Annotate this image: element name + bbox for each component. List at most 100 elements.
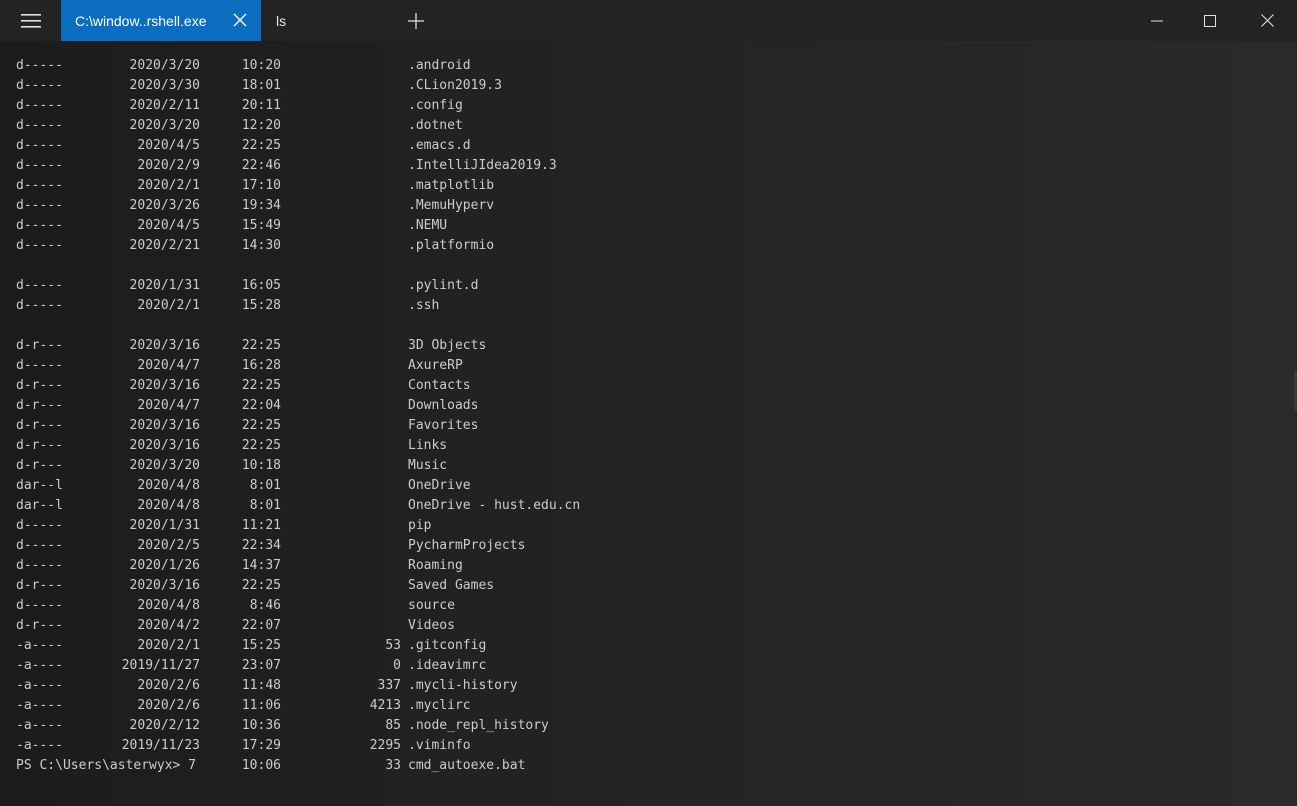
file-time: 23:07: [241, 658, 281, 673]
file-name: .ssh: [408, 298, 440, 313]
hamburger-menu-icon[interactable]: [14, 8, 48, 34]
file-mode: d-r---: [16, 378, 63, 393]
terminal-line: d----- 2020/4/5 15:49 .NEMU: [0, 216, 1297, 236]
file-name: Roaming: [408, 558, 463, 573]
file-mode: d-r---: [16, 578, 63, 593]
new-tab-plus-icon[interactable]: [404, 9, 428, 33]
file-time: 22:46: [241, 158, 281, 173]
file-mode: d-r---: [16, 418, 63, 433]
tab-title: ls: [276, 12, 287, 29]
file-date: 2020/3/16: [129, 438, 200, 453]
file-name: .config: [408, 98, 463, 113]
file-time: 11:06: [241, 698, 281, 713]
terminal-line: d-r--- 2020/3/20 10:18 Music: [0, 456, 1297, 476]
file-date: 2020/4/8: [137, 598, 200, 613]
file-length: 337: [377, 678, 401, 693]
file-mode: -a----: [16, 738, 63, 753]
file-length: 0: [393, 658, 401, 673]
terminal-line: d-r--- 2020/3/16 22:25 Favorites: [0, 416, 1297, 436]
file-mode: dar--l: [16, 498, 63, 513]
file-mode: -a----: [16, 658, 63, 673]
terminal-line: d----- 2020/4/5 22:25 .emacs.d: [0, 136, 1297, 156]
file-date: 2020/2/6: [137, 698, 200, 713]
minimize-icon[interactable]: [1134, 0, 1180, 41]
file-name: .emacs.d: [408, 138, 471, 153]
tab-active-powershell[interactable]: C:\window..rshell.exe: [61, 0, 261, 41]
file-mode: d-----: [16, 598, 63, 613]
file-mode: d-----: [16, 178, 63, 193]
terminal-line: -a---- 2020/2/6 11:48 337 .mycli-history: [0, 676, 1297, 696]
file-date: 2020/2/1: [137, 178, 200, 193]
file-time: 14:37: [241, 558, 281, 573]
file-date: 2020/4/8: [137, 498, 200, 513]
file-mode: dar--l: [16, 478, 63, 493]
file-name: AxureRP: [408, 358, 463, 373]
terminal-output[interactable]: d----- 2020/3/20 10:20 .android d----- 2020/3…: [0, 41, 1297, 806]
file-mode: d-----: [16, 78, 63, 93]
file-length: 4213: [369, 698, 401, 713]
terminal-line: d----- 2020/2/5 22:34 PycharmProjects: [0, 536, 1297, 556]
file-name: .viminfo: [408, 738, 471, 753]
file-name: .ideavimrc: [408, 658, 487, 673]
terminal-line: d-r--- 2020/3/16 22:25 3D Objects: [0, 336, 1297, 356]
terminal-line: d-r--- 2020/4/7 22:04 Downloads: [0, 396, 1297, 416]
file-date: 2020/3/16: [129, 418, 200, 433]
file-name: PycharmProjects: [408, 538, 526, 553]
file-name: Favorites: [408, 418, 479, 433]
terminal-line: -a---- 2020/2/12 10:36 85 .node_repl_history: [0, 716, 1297, 736]
file-length: 53: [385, 638, 401, 653]
file-name: source: [408, 598, 455, 613]
file-time: 19:34: [241, 198, 281, 213]
file-time: 15:25: [241, 638, 281, 653]
file-mode: d-r---: [16, 618, 63, 633]
file-time: 22:25: [241, 418, 281, 433]
file-time: 8:01: [249, 478, 281, 493]
file-time: 11:21: [241, 518, 281, 533]
tab-ls[interactable]: ls: [262, 0, 392, 41]
file-time: 17:10: [241, 178, 281, 193]
file-mode: d-----: [16, 158, 63, 173]
file-date: 2020/3/16: [129, 578, 200, 593]
file-mode: d-----: [16, 238, 63, 253]
file-mode: d-r---: [16, 438, 63, 453]
file-mode: d-----: [16, 58, 63, 73]
file-mode: -a----: [16, 718, 63, 733]
terminal-line: d----- 2020/3/26 19:34 .MemuHyperv: [0, 196, 1297, 216]
file-mode: d-----: [16, 278, 63, 293]
terminal-line: d----- 2020/1/26 14:37 Roaming: [0, 556, 1297, 576]
file-name: 3D Objects: [408, 338, 487, 353]
file-time: 16:28: [241, 358, 281, 373]
terminal-line: d----- 2020/3/30 18:01 .CLion2019.3: [0, 76, 1297, 96]
file-name: .matplotlib: [408, 178, 495, 193]
file-time: 22:04: [241, 398, 281, 413]
file-date: 2020/3/20: [129, 58, 200, 73]
file-mode: d-----: [16, 558, 63, 573]
file-name: .pylint.d: [408, 278, 479, 293]
tab-close-icon[interactable]: [231, 11, 249, 29]
file-date: 2019/11/23: [121, 738, 200, 753]
file-mode: d-----: [16, 198, 63, 213]
file-length: 33: [385, 758, 401, 773]
file-time: 15:49: [241, 218, 281, 233]
file-name: Videos: [408, 618, 455, 633]
maximize-icon[interactable]: [1187, 0, 1233, 41]
file-mode: d-----: [16, 518, 63, 533]
terminal-line: -a---- 2019/11/23 17:29 2295 .viminfo: [0, 736, 1297, 756]
file-name: Downloads: [408, 398, 479, 413]
file-time: 10:06: [241, 758, 281, 773]
terminal-line: d-r--- 2020/3/16 22:25 Contacts: [0, 376, 1297, 396]
file-name: .platformio: [408, 238, 495, 253]
file-name: Saved Games: [408, 578, 495, 593]
file-time: 11:48: [241, 678, 281, 693]
file-length: 85: [385, 718, 401, 733]
terminal-line: d----- 2020/4/7 16:28 AxureRP: [0, 356, 1297, 376]
window-close-icon[interactable]: [1244, 0, 1290, 41]
file-name: .gitconfig: [408, 638, 487, 653]
file-mode: d-r---: [16, 338, 63, 353]
file-name: Contacts: [408, 378, 471, 393]
file-date: 2020/3/20: [129, 118, 200, 133]
file-mode: d-r---: [16, 398, 63, 413]
file-date: 2020/2/1: [137, 298, 200, 313]
file-date: 2020/2/12: [129, 718, 200, 733]
file-time: 8:01: [249, 498, 281, 513]
